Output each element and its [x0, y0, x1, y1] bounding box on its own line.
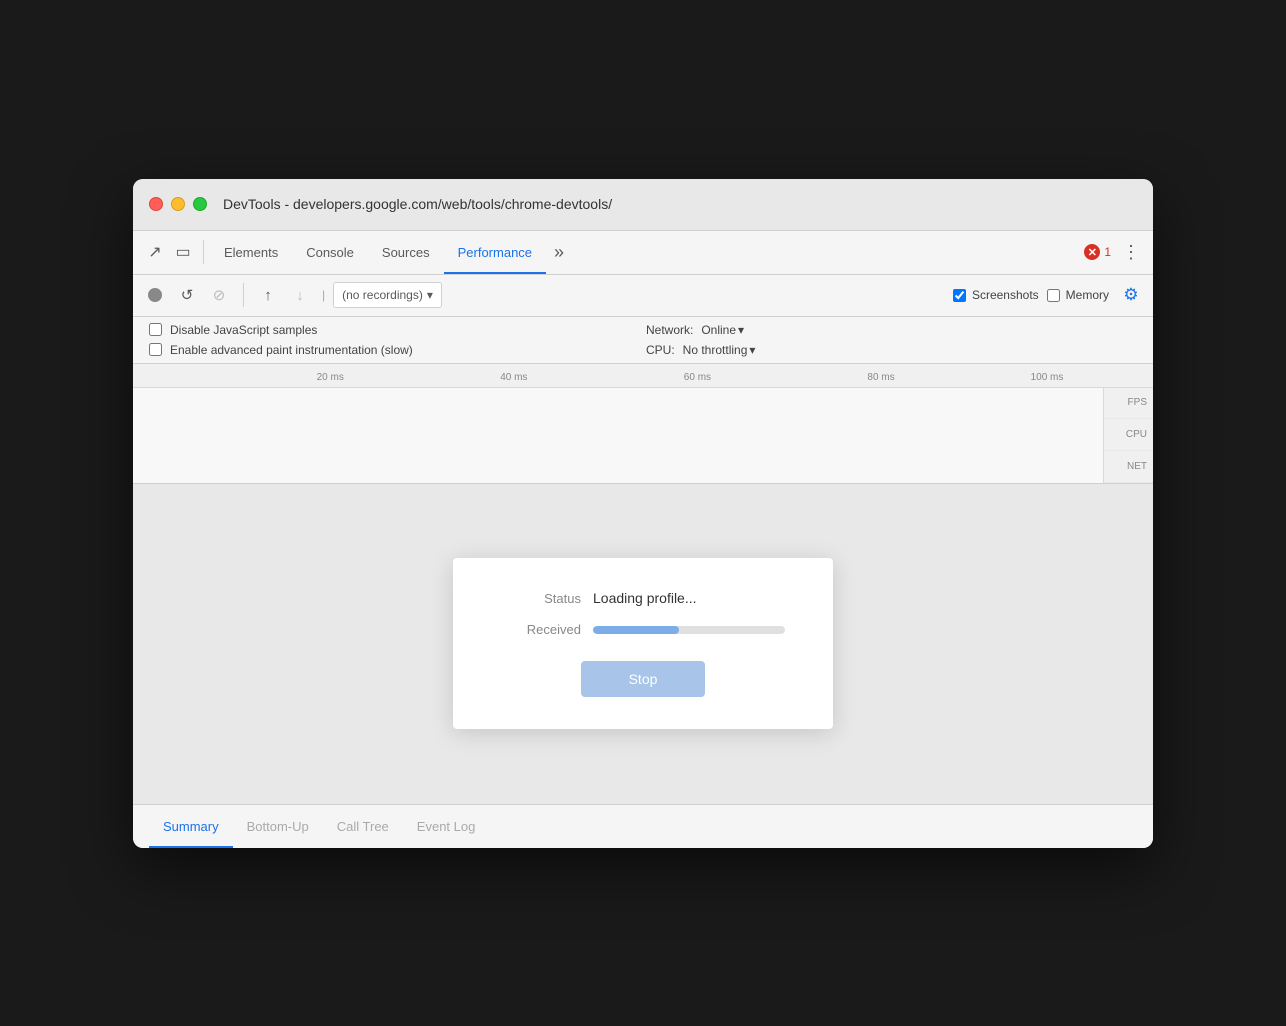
tick-80ms: 80 ms	[867, 372, 894, 383]
toolbar-separator-1	[243, 283, 244, 307]
track-labels: FPS CPU NET	[1103, 388, 1153, 483]
record-icon	[148, 288, 162, 302]
performance-toolbar: ↺ ⊘ ↑ ↓ | (no recordings) ▾ Screenshots …	[133, 275, 1153, 317]
paint-checkbox[interactable]	[149, 343, 162, 356]
more-tabs-button[interactable]: »	[546, 230, 572, 274]
cursor-icon-button[interactable]: ↗	[141, 238, 169, 266]
recordings-dropdown[interactable]: (no recordings) ▾	[333, 282, 442, 308]
maximize-button[interactable]	[193, 197, 207, 211]
devtools-window: DevTools - developers.google.com/web/too…	[133, 179, 1153, 848]
tab-separator	[203, 240, 204, 264]
cpu-label: CPU	[1104, 419, 1153, 451]
network-dropdown[interactable]: Online ▾	[701, 323, 744, 337]
memory-checkbox[interactable]	[1047, 289, 1060, 302]
progress-bar-fill	[593, 626, 679, 634]
paint-instrumentation-label[interactable]: Enable advanced paint instrumentation (s…	[149, 343, 640, 357]
download-icon: ↓	[296, 287, 304, 304]
gear-icon: ⚙	[1123, 285, 1138, 305]
tab-performance[interactable]: Performance	[444, 230, 546, 274]
cpu-setting: CPU: No throttling ▾	[646, 343, 1137, 357]
cpu-chevron-icon: ▾	[749, 343, 755, 357]
capture-settings-button[interactable]: ⚙	[1117, 281, 1145, 309]
clear-button[interactable]: ⊘	[205, 281, 233, 309]
tab-event-log[interactable]: Event Log	[403, 804, 490, 848]
settings-left: Disable JavaScript samples Enable advanc…	[149, 323, 640, 357]
tab-summary[interactable]: Summary	[149, 804, 233, 848]
save-profile-button[interactable]: ↓	[286, 281, 314, 309]
toolbar-right: Screenshots Memory ⚙	[953, 281, 1145, 309]
more-options-button[interactable]: ⋮	[1117, 238, 1145, 266]
tick-100ms: 100 ms	[1031, 372, 1064, 383]
screenshots-checkbox[interactable]	[953, 289, 966, 302]
status-row: Status Loading profile...	[501, 590, 785, 606]
received-row: Received	[501, 622, 785, 637]
capture-settings-panel: Disable JavaScript samples Enable advanc…	[133, 317, 1153, 364]
more-vert-icon: ⋮	[1122, 242, 1140, 263]
tab-right-area: ✕ 1 ⋮	[1084, 238, 1145, 266]
loading-dialog: Status Loading profile... Received Stop	[453, 558, 833, 729]
tab-console[interactable]: Console	[292, 230, 368, 274]
devtools-tabs-bar: ↗ ▭ Elements Console Sources Performance…	[133, 231, 1153, 275]
settings-right: Network: Online ▾ CPU: No throttling ▾	[646, 323, 1137, 357]
fps-label: FPS	[1104, 388, 1153, 420]
disable-js-label[interactable]: Disable JavaScript samples	[149, 323, 640, 337]
record-button[interactable]	[141, 281, 169, 309]
tick-40ms: 40 ms	[500, 372, 527, 383]
bottom-tabs-bar: Summary Bottom-Up Call Tree Event Log	[133, 804, 1153, 848]
network-setting: Network: Online ▾	[646, 323, 1137, 337]
error-icon: ✕	[1084, 244, 1100, 260]
device-icon: ▭	[175, 242, 190, 262]
screenshots-toggle-label[interactable]: Screenshots	[953, 288, 1039, 302]
reload-record-button[interactable]: ↺	[173, 281, 201, 309]
tick-60ms: 60 ms	[684, 372, 711, 383]
status-value-text: Loading profile...	[593, 590, 697, 606]
cpu-dropdown[interactable]: No throttling ▾	[683, 343, 756, 357]
window-title: DevTools - developers.google.com/web/too…	[223, 196, 612, 212]
main-content-area: Status Loading profile... Received Stop	[133, 484, 1153, 804]
titlebar: DevTools - developers.google.com/web/too…	[133, 179, 1153, 231]
stop-button[interactable]: Stop	[581, 661, 706, 697]
error-badge[interactable]: ✕ 1	[1084, 244, 1111, 260]
close-button[interactable]	[149, 197, 163, 211]
status-key-label: Status	[501, 591, 581, 606]
device-toggle-button[interactable]: ▭	[169, 238, 197, 266]
disable-js-checkbox[interactable]	[149, 323, 162, 336]
tab-call-tree[interactable]: Call Tree	[323, 804, 403, 848]
progress-bar-container	[593, 626, 785, 634]
traffic-lights	[149, 197, 207, 211]
received-key-label: Received	[501, 622, 581, 637]
timeline-area: 20 ms 40 ms 60 ms 80 ms 100 ms FPS CPU N…	[133, 364, 1153, 484]
tick-20ms: 20 ms	[317, 372, 344, 383]
load-profile-button[interactable]: ↑	[254, 281, 282, 309]
minimize-button[interactable]	[171, 197, 185, 211]
cursor-icon: ↗	[148, 242, 161, 262]
memory-toggle-label[interactable]: Memory	[1047, 288, 1109, 302]
tab-elements[interactable]: Elements	[210, 230, 292, 274]
upload-icon: ↑	[264, 287, 272, 304]
toolbar-pipe: |	[318, 288, 329, 302]
tab-sources[interactable]: Sources	[368, 230, 444, 274]
net-label: NET	[1104, 451, 1153, 483]
tab-bottom-up[interactable]: Bottom-Up	[233, 804, 323, 848]
ban-icon: ⊘	[213, 286, 226, 304]
chevron-down-icon: ▾	[427, 288, 433, 302]
timeline-ruler: 20 ms 40 ms 60 ms 80 ms 100 ms	[133, 364, 1153, 388]
reload-icon: ↺	[181, 286, 194, 304]
network-chevron-icon: ▾	[738, 323, 744, 337]
